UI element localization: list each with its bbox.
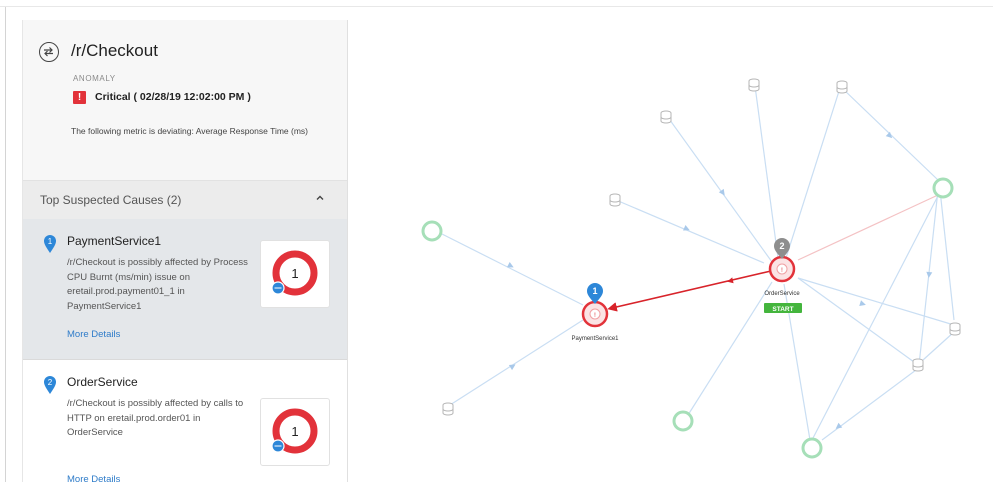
- start-badge: START: [764, 303, 802, 313]
- more-details-link[interactable]: More Details: [67, 474, 120, 482]
- degraded-edge: [797, 194, 939, 261]
- page-title: /r/Checkout: [71, 41, 158, 60]
- payment-service-label: PaymentService1: [571, 336, 619, 342]
- top-border: [0, 0, 993, 7]
- cause-name: PaymentService1: [67, 234, 162, 248]
- chevron-up-icon[interactable]: [315, 193, 325, 203]
- healthy-service-nodes[interactable]: [421, 177, 954, 459]
- cause-donut-card: 1: [260, 398, 330, 466]
- cause-name: OrderService: [67, 375, 138, 389]
- suspected-causes-title: Top Suspected Causes (2): [40, 193, 182, 207]
- svg-text:START: START: [772, 306, 793, 313]
- anomaly-label: ANOMALY: [73, 74, 116, 83]
- rank-1-pin-icon: 1: [44, 235, 56, 253]
- donut-count: 1: [291, 266, 298, 281]
- order-service-node[interactable]: ! OrderService: [764, 255, 800, 297]
- severity-text: Critical ( 02/28/19 12:02:00 PM ): [95, 91, 251, 103]
- order-service-label: OrderService: [764, 291, 800, 297]
- dependency-edges: [439, 85, 955, 441]
- cause-item-payment-service[interactable]: 1 PaymentService1 /r/Checkout is possibl…: [23, 219, 347, 360]
- svg-text:1: 1: [592, 286, 597, 296]
- edge-arrowheads: [506, 131, 933, 429]
- order-rank-pin-icon: 2: [774, 238, 790, 259]
- cause-description: /r/Checkout is possibly affected by Proc…: [67, 257, 248, 312]
- suspected-causes-header[interactable]: Top Suspected Causes (2): [23, 180, 347, 220]
- rank-2-pin-icon: 2: [44, 376, 56, 394]
- rank-2-pin-number: 2: [48, 378, 53, 387]
- payment-rank-pin-icon: 1: [587, 283, 603, 304]
- database-icons[interactable]: [442, 78, 961, 416]
- critical-icon: !: [73, 91, 86, 104]
- rank-1-pin-number: 1: [48, 237, 53, 246]
- critical-call-edge: [607, 270, 772, 312]
- donut-count: 1: [291, 424, 298, 439]
- more-details-link[interactable]: More Details: [67, 329, 120, 340]
- left-border: [5, 7, 6, 482]
- service-dependency-graph[interactable]: ! PaymentService1 1 ! OrderService 2 STA…: [360, 20, 993, 482]
- cause-donut-card: 1: [260, 240, 330, 308]
- cause-description: /r/Checkout is possibly affected by call…: [67, 398, 244, 438]
- svg-text:2: 2: [779, 241, 784, 251]
- transaction-icon: [39, 42, 59, 62]
- cause-item-order-service[interactable]: 2 OrderService /r/Checkout is possibly a…: [23, 360, 347, 482]
- anomaly-header: /r/Checkout ANOMALY ! Critical ( 02/28/1…: [23, 20, 347, 180]
- deviation-description: The following metric is deviating: Avera…: [71, 126, 308, 136]
- anomaly-panel: /r/Checkout ANOMALY ! Critical ( 02/28/1…: [22, 20, 348, 482]
